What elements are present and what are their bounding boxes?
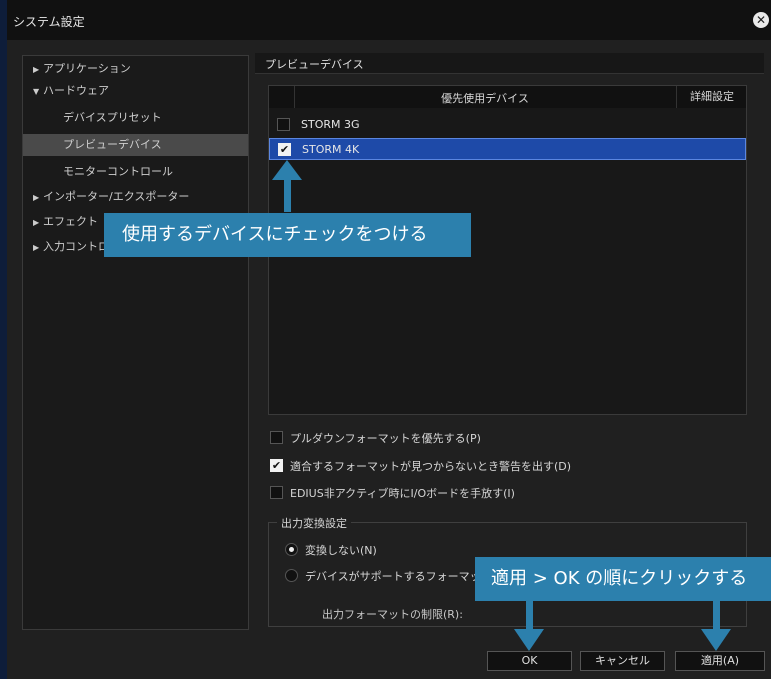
tree-item-label: プレビューデバイス [63,138,162,151]
device-name: STORM 3G [301,118,360,131]
down-arrow-icon [701,601,731,651]
radio-icon[interactable] [285,569,298,582]
tree-item-label: インポーター/エクスポーター [43,190,190,203]
expand-arrow-icon: ▶ [33,65,40,74]
no-convert-label: 変換しない(N) [305,544,377,557]
details-column-header[interactable]: 詳細設定 [676,86,747,108]
tree-item-preview-device[interactable]: プレビューデバイス [23,134,248,156]
device-supported-label: デバイスがサポートするフォーマット [305,570,492,583]
settings-tree: ▶ アプリケーション ▼ ハードウェア デバイスプリセット プレビューデバイス モニ… [22,55,249,630]
tree-item-device-preset[interactable]: デバイスプリセット [23,107,248,129]
section-header: プレビューデバイス [255,53,764,74]
cancel-button[interactable]: キャンセル [580,651,665,671]
tree-item-hardware[interactable]: ▼ ハードウェア [23,80,248,102]
tree-item-importer-exporter[interactable]: ▶ インポーター/エクスポーター [23,186,248,208]
section-title: プレビューデバイス [265,58,364,71]
tree-item-monitor-control[interactable]: モニターコントロール [23,161,248,183]
ok-button[interactable]: OK [487,651,572,671]
device-row-storm-3g[interactable]: STORM 3G [269,114,746,136]
format-limit-label: 出力フォーマットの制限(R): [322,608,463,621]
collapse-arrow-icon: ▼ [33,87,40,96]
expand-arrow-icon: ▶ [33,218,40,227]
up-arrow-icon [272,160,302,212]
tree-item-label: モニターコントロール [63,165,173,178]
output-conversion-label: 出力変換設定 [277,515,351,531]
device-checkbox-checked[interactable]: ✔ [278,143,291,156]
device-name: STORM 4K [302,143,360,156]
pulldown-label: プルダウンフォーマットを優先する(P) [290,432,481,445]
priority-column-header: 優先使用デバイス [441,92,529,105]
down-arrow-icon [514,601,544,651]
pulldown-checkbox[interactable] [270,431,283,444]
tree-item-label: ハードウェア [43,84,109,97]
tree-item-application[interactable]: ▶ アプリケーション [23,58,248,80]
release-io-checkbox[interactable] [270,486,283,499]
apply-ok-callout: 適用 > OK の順にクリックする [475,557,771,601]
tree-item-label: デバイスプリセット [63,111,162,124]
title-bar: システム設定 [7,0,771,40]
window-title: システム設定 [13,15,85,29]
device-list-header: 優先使用デバイス 詳細設定 [269,86,746,108]
device-row-storm-4k[interactable]: ✔ STORM 4K [269,138,746,160]
tree-item-label: エフェクト [43,215,98,228]
expand-arrow-icon: ▶ [33,193,40,202]
tree-item-label: アプリケーション [43,62,131,75]
device-checkbox[interactable] [277,118,290,131]
expand-arrow-icon: ▶ [33,243,40,252]
release-io-label: EDIUS非アクティブ時にI/Oボードを手放す(I) [290,487,515,500]
apply-button[interactable]: 適用(A) [675,651,765,671]
check-column-header [269,86,295,108]
check-device-callout: 使用するデバイスにチェックをつける [104,213,471,257]
format-warning-label: 適合するフォーマットが見つからないとき警告を出す(D) [290,460,572,473]
format-warning-checkbox[interactable]: ✔ [270,459,283,472]
close-icon[interactable]: ✕ [753,12,769,28]
radio-selected-icon[interactable] [285,543,298,556]
